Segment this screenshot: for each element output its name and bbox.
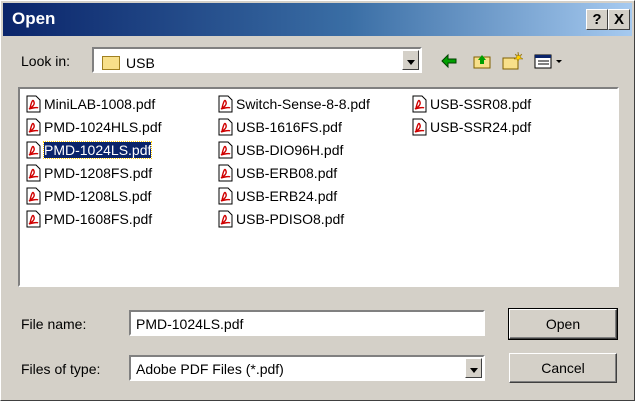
look-in-value: USB <box>126 55 155 71</box>
pdf-file-icon <box>26 187 41 205</box>
look-in-combo[interactable]: USB <box>92 47 422 73</box>
file-item[interactable]: PMD-1608FS.pdf <box>26 209 152 231</box>
pdf-file-icon <box>218 95 233 113</box>
file-item-label: USB-SSR24.pdf <box>430 119 532 135</box>
open-button[interactable]: Open <box>508 308 618 340</box>
file-item[interactable]: PMD-1208FS.pdf <box>26 163 152 185</box>
pdf-file-icon <box>412 118 427 136</box>
file-item-label: USB-ERB24.pdf <box>236 188 338 204</box>
file-item[interactable]: USB-SSR08.pdf <box>412 94 531 116</box>
file-item[interactable]: USB-ERB24.pdf <box>218 186 337 208</box>
pdf-file-icon <box>26 118 41 136</box>
file-item[interactable]: MiniLAB-1008.pdf <box>26 94 155 116</box>
file-item-label: MiniLAB-1008.pdf <box>44 96 156 112</box>
pdf-file-icon <box>26 141 41 159</box>
file-item-label: USB-DIO96H.pdf <box>236 142 344 158</box>
help-button[interactable]: ? <box>586 9 608 30</box>
pdf-file-icon <box>26 210 41 228</box>
pdf-file-icon <box>412 95 427 113</box>
file-item-label: PMD-1024HLS.pdf <box>44 119 162 135</box>
up-folder-icon[interactable] <box>471 51 493 73</box>
file-item-label: USB-PDISO8.pdf <box>236 211 345 227</box>
file-list[interactable]: MiniLAB-1008.pdf PMD-1024HLS.pdf PMD-1024L… <box>18 87 619 287</box>
pdf-file-icon <box>218 164 233 182</box>
folder-icon <box>102 56 120 70</box>
file-item-label: USB-ERB08.pdf <box>236 165 338 181</box>
file-item[interactable]: USB-ERB08.pdf <box>218 163 337 185</box>
title-bar[interactable]: Open ? X <box>3 3 632 36</box>
file-item[interactable]: USB-DIO96H.pdf <box>218 140 343 162</box>
file-item[interactable]: USB-PDISO8.pdf <box>218 209 344 231</box>
file-name-label: File name: <box>21 316 87 332</box>
pdf-file-icon <box>218 187 233 205</box>
file-type-select[interactable]: Adobe PDF Files (*.pdf) <box>129 355 485 381</box>
file-item[interactable]: Switch-Sense-8-8.pdf <box>218 94 370 116</box>
file-item-label: USB-SSR08.pdf <box>430 96 532 112</box>
new-folder-icon[interactable] <box>501 51 524 73</box>
cancel-button[interactable]: Cancel <box>509 353 617 383</box>
view-menu-icon[interactable] <box>531 51 567 73</box>
file-type-dropdown-button[interactable] <box>465 358 482 378</box>
arrow-left-icon[interactable] <box>438 51 460 73</box>
pdf-file-icon <box>218 118 233 136</box>
file-item[interactable]: PMD-1024HLS.pdf <box>26 117 162 139</box>
pdf-file-icon <box>218 141 233 159</box>
file-item[interactable]: USB-1616FS.pdf <box>218 117 342 139</box>
look-in-dropdown-button[interactable] <box>402 50 419 70</box>
file-item[interactable]: PMD-1024LS.pdf <box>26 140 153 162</box>
file-item-label: PMD-1024LS.pdf <box>42 141 153 159</box>
file-item-label: PMD-1208LS.pdf <box>44 188 152 204</box>
pdf-file-icon <box>218 210 233 228</box>
open-dialog: Open ? X Look in: USB MiniLAB-1008.pdf PM… <box>0 0 635 401</box>
dialog-title: Open <box>12 9 56 28</box>
file-type-value: Adobe PDF Files (*.pdf) <box>136 361 284 377</box>
file-item-label: Switch-Sense-8-8.pdf <box>236 96 370 112</box>
pdf-file-icon <box>26 95 41 113</box>
file-name-input[interactable]: PMD-1024LS.pdf <box>129 310 485 336</box>
file-item[interactable]: USB-SSR24.pdf <box>412 117 531 139</box>
file-item-label: PMD-1608FS.pdf <box>44 211 153 227</box>
file-item-label: USB-1616FS.pdf <box>236 119 342 135</box>
close-button[interactable]: X <box>608 9 630 30</box>
pdf-file-icon <box>26 164 41 182</box>
file-name-value: PMD-1024LS.pdf <box>136 316 244 332</box>
file-item-label: PMD-1208FS.pdf <box>44 165 153 181</box>
file-item[interactable]: PMD-1208LS.pdf <box>26 186 151 208</box>
look-in-label: Look in: <box>21 53 71 69</box>
file-type-label: Files of type: <box>21 361 101 377</box>
